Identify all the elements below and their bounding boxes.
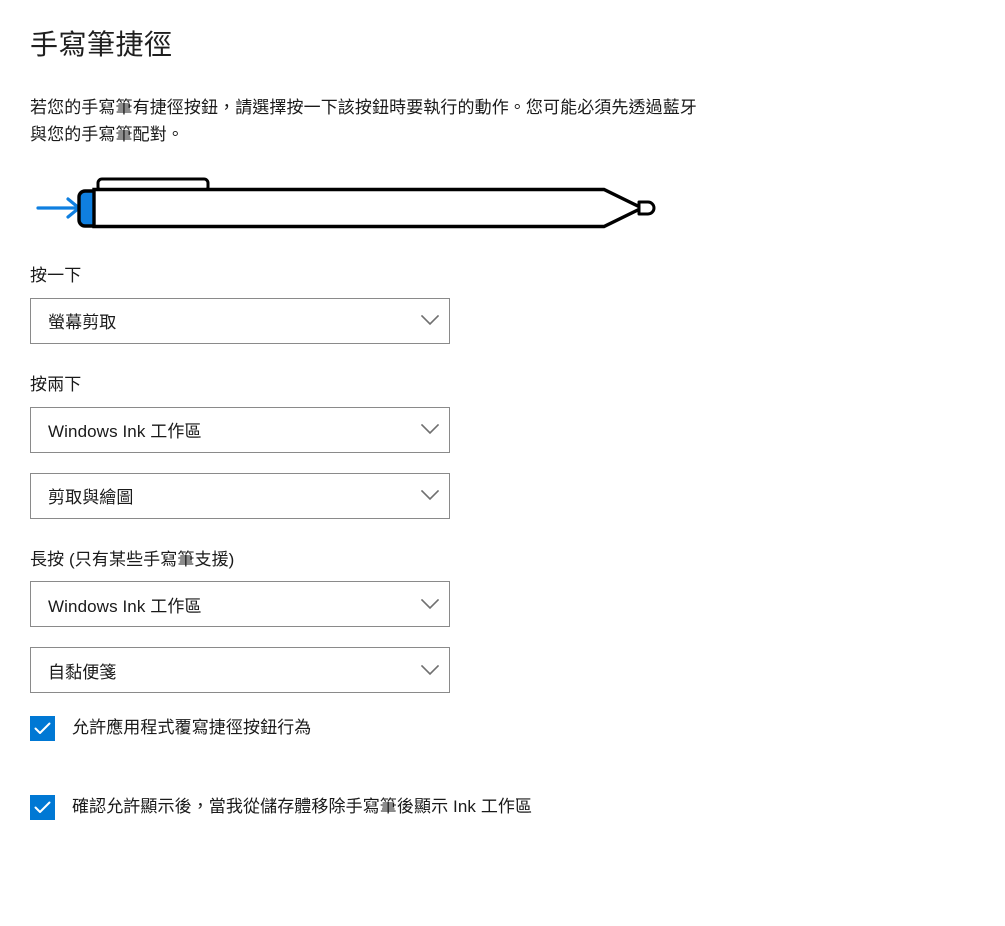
checkbox-show-ink-workspace-on-detach-label: 確認允許顯示後，當我從儲存體移除手寫筆後顯示 Ink 工作區 <box>72 796 533 816</box>
checkmark-icon <box>34 801 51 813</box>
dropdown-single-click-value: 螢幕剪取 <box>48 313 117 333</box>
setting-group-single-click: 按一下 螢幕剪取 <box>30 265 1005 344</box>
checkbox-allow-apps-override-label: 允許應用程式覆寫捷徑按鈕行為 <box>72 718 312 738</box>
dropdown-press-and-hold-secondary[interactable]: 自黏便箋 <box>30 647 450 694</box>
group-label-single-click: 按一下 <box>30 265 82 285</box>
setting-group-press-and-hold: 長按 (只有某些手寫筆支援) Windows Ink 工作區 自黏便箋 <box>30 549 1005 694</box>
checkmark-icon <box>34 722 51 735</box>
arrow-right-icon <box>36 197 81 219</box>
dropdown-double-click-primary-value: Windows Ink 工作區 <box>48 422 202 442</box>
chevron-down-icon <box>411 582 449 626</box>
page-title: 手寫筆捷徑 <box>30 29 173 60</box>
dropdown-press-and-hold-primary[interactable]: Windows Ink 工作區 <box>30 581 450 628</box>
chevron-down-icon <box>411 408 449 452</box>
checkbox-box[interactable] <box>30 716 55 742</box>
group-label-press-and-hold: 長按 (只有某些手寫筆支援) <box>30 549 235 569</box>
checkbox-box[interactable] <box>30 794 55 820</box>
checkbox-show-ink-workspace-on-detach[interactable]: 確認允許顯示後，當我從儲存體移除手寫筆後顯示 Ink 工作區 <box>30 794 1005 820</box>
group-label-double-click: 按兩下 <box>30 374 82 394</box>
dropdown-single-click[interactable]: 螢幕剪取 <box>30 297 450 344</box>
setting-group-double-click: 按兩下 Windows Ink 工作區 剪取與繪圖 <box>30 374 1005 519</box>
dropdown-double-click-secondary[interactable]: 剪取與繪圖 <box>30 472 450 519</box>
dropdown-double-click-secondary-value: 剪取與繪圖 <box>48 488 134 508</box>
stylus-pen-illustration <box>30 171 690 233</box>
checkbox-allow-apps-override[interactable]: 允許應用程式覆寫捷徑按鈕行為 <box>30 715 1005 742</box>
pen-nib <box>637 200 656 216</box>
page-description: 若您的手寫筆有捷徑按鈕，請選擇按一下該按鈕時要執行的動作。您可能必須先透過藍牙與… <box>30 97 697 145</box>
dropdown-press-and-hold-primary-value: Windows Ink 工作區 <box>48 596 202 616</box>
dropdown-double-click-primary[interactable]: Windows Ink 工作區 <box>30 406 450 453</box>
pen-body <box>92 187 646 228</box>
chevron-down-icon <box>411 648 449 692</box>
chevron-down-icon <box>411 299 449 343</box>
dropdown-press-and-hold-secondary-value: 自黏便箋 <box>48 662 117 682</box>
chevron-down-icon <box>411 474 449 518</box>
pen-shortcuts-settings-page: 手寫筆捷徑 若您的手寫筆有捷徑按鈕，請選擇按一下該按鈕時要執行的動作。您可能必須… <box>30 0 1005 820</box>
